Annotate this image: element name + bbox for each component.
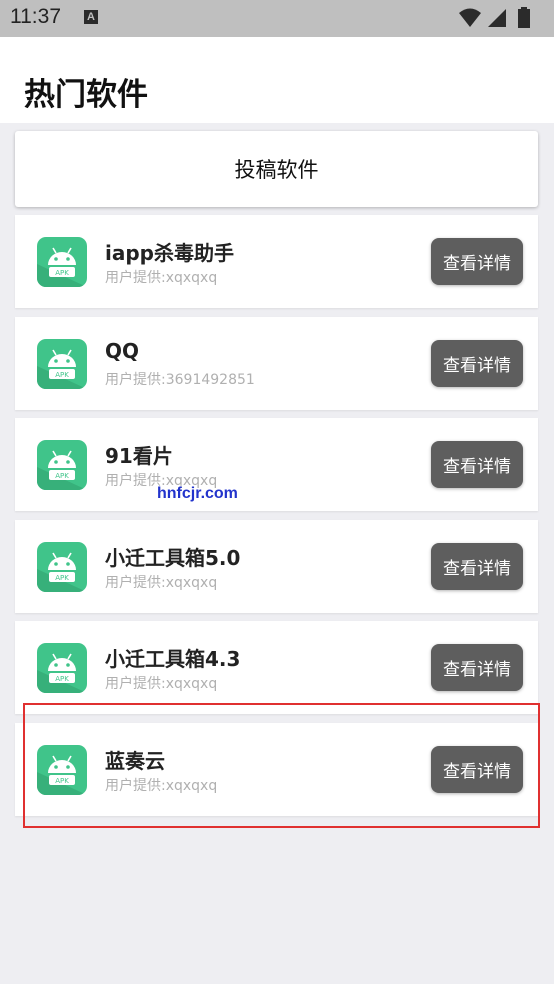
submit-software-button[interactable]: 投稿软件 — [15, 131, 538, 207]
app-provider: 用户提供:xqxqxq — [105, 270, 218, 286]
svg-text:APK: APK — [55, 371, 69, 379]
list-item[interactable]: APK 91看片 用户提供:xqxqxq 查看详情 — [15, 418, 538, 511]
app-name: 91看片 — [105, 444, 173, 468]
android-apk-icon: APK — [37, 237, 87, 287]
android-apk-icon: APK — [37, 440, 87, 490]
svg-text:APK: APK — [55, 574, 69, 582]
list-item[interactable]: APK iapp杀毒助手 用户提供:xqxqxq 查看详情 — [15, 215, 538, 308]
watermark-text: hnfcjr.com — [157, 485, 238, 502]
view-details-button[interactable]: 查看详情 — [431, 644, 523, 691]
page-title: 热门软件 — [24, 77, 148, 113]
status-bar: 11:37 A — [0, 0, 554, 37]
app-name: QQ — [105, 339, 140, 363]
list-item[interactable]: APK 小迁工具箱4.3 用户提供:xqxqxq 查看详情 — [15, 621, 538, 714]
list-item[interactable]: APK 小迁工具箱5.0 用户提供:xqxqxq 查看详情 — [15, 520, 538, 613]
svg-text:APK: APK — [55, 269, 69, 277]
app-provider: 用户提供:xqxqxq — [105, 676, 218, 692]
view-details-button[interactable]: 查看详情 — [431, 340, 523, 387]
battery-icon — [518, 7, 530, 28]
view-details-button[interactable]: 查看详情 — [431, 543, 523, 590]
list-item[interactable]: APK QQ 用户提供:3691492851 查看详情 — [15, 317, 538, 410]
status-icons — [458, 7, 544, 29]
wifi-icon — [459, 8, 481, 27]
android-apk-icon: APK — [37, 643, 87, 693]
status-time: 11:37 — [10, 5, 61, 28]
android-apk-icon: APK — [37, 339, 87, 389]
highlight-box — [23, 703, 540, 828]
signal-icon — [488, 9, 506, 27]
app-provider: 用户提供:xqxqxq — [105, 575, 218, 591]
view-details-button[interactable]: 查看详情 — [431, 238, 523, 285]
app-header: 热门软件 — [0, 37, 554, 123]
app-name: 小迁工具箱5.0 — [105, 546, 241, 570]
svg-text:APK: APK — [55, 675, 69, 683]
android-apk-icon: APK — [37, 542, 87, 592]
notification-a-icon: A — [84, 10, 98, 24]
app-provider: 用户提供:3691492851 — [105, 372, 255, 388]
view-details-button[interactable]: 查看详情 — [431, 441, 523, 488]
app-name: iapp杀毒助手 — [105, 241, 234, 265]
app-name: 小迁工具箱4.3 — [105, 647, 241, 671]
svg-text:APK: APK — [55, 472, 69, 480]
